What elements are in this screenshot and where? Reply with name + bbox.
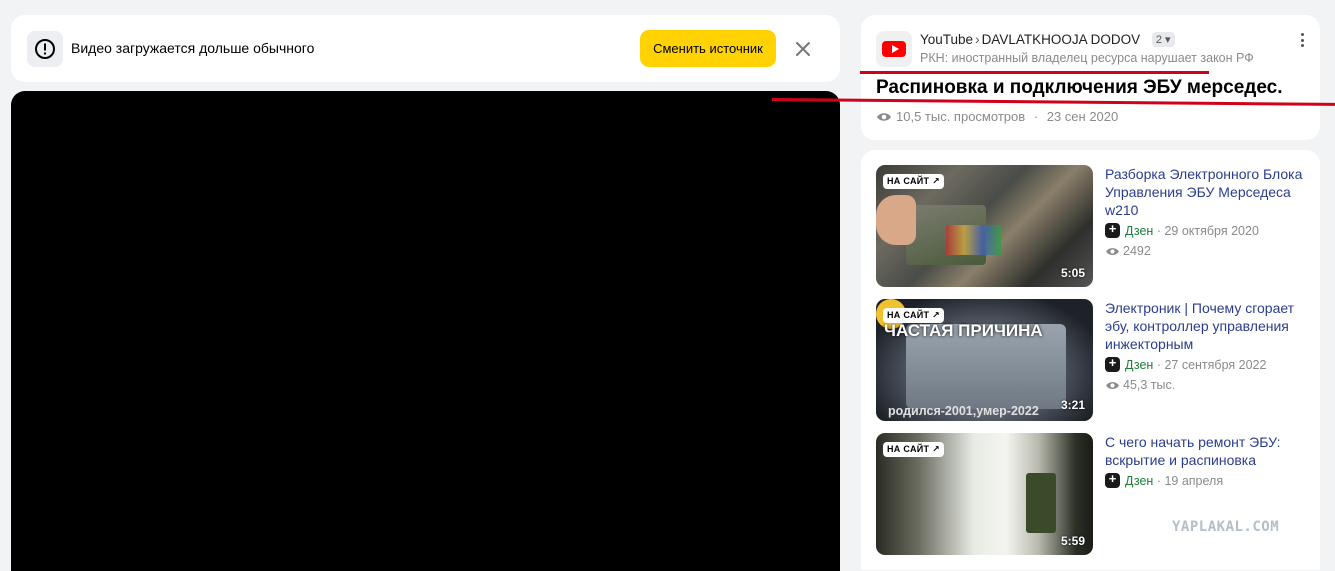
video-thumbnail[interactable]: НА САЙТ ↗ 5:05 [876, 165, 1093, 287]
on-site-badge: НА САЙТ ↗ [883, 308, 944, 323]
related-views: 2492 [1105, 244, 1151, 258]
thumbnail-caption: ЧАСТАЯ ПРИЧИНА [884, 321, 1043, 340]
arrow-out-icon: ↗ [932, 444, 940, 454]
related-item[interactable]: НА САЙТ ↗ 5:59 С чего начать ремонт ЭБУ:… [876, 433, 1316, 555]
related-source: Дзен · 19 апреля [1105, 471, 1224, 488]
zen-icon [1105, 221, 1120, 238]
related-date: · 27 сентября 2022 [1156, 358, 1267, 372]
source-site[interactable]: YouTube [920, 32, 973, 47]
loading-notice: Видео загружается дольше обычного Сменит… [11, 15, 840, 82]
related-date: · 19 апреля [1156, 474, 1224, 488]
annotation-underline-rkn [860, 71, 1209, 74]
video-info-card: YouTube › DAVLATKHOOJA DODOV 2 ▾ РКН: инос… [861, 15, 1320, 140]
thumbnail-caption: родился-2001,умер-2022 [888, 404, 1039, 418]
source-name[interactable]: Дзен [1125, 358, 1153, 372]
on-site-badge: НА САЙТ ↗ [883, 442, 944, 457]
video-thumbnail[interactable]: НА САЙТ ↗ 5:59 [876, 433, 1093, 555]
site-watermark: YAPLAKAL.COM [1172, 519, 1280, 535]
youtube-icon[interactable] [876, 31, 912, 67]
video-title: Распиновка и подключения ЭБУ мерседес. [876, 77, 1283, 98]
notice-text: Видео загружается дольше обычного [71, 40, 315, 56]
eye-icon [877, 113, 891, 121]
related-videos: НА САЙТ ↗ 5:05 Разборка Электронного Бло… [861, 150, 1320, 570]
video-duration: 3:21 [1060, 398, 1085, 412]
rkn-notice: РКН: иностранный владелец ресурса наруша… [920, 51, 1254, 65]
related-title[interactable]: Электроник | Почему сгорает эбу, контрол… [1105, 299, 1305, 353]
exclamation-icon [27, 31, 63, 67]
video-player[interactable] [11, 91, 840, 571]
video-meta: 10,5 тыс. просмотров · 23 сен 2020 [876, 109, 1118, 124]
view-count: 10,5 тыс. просмотров [896, 109, 1026, 124]
breadcrumb-separator: › [975, 32, 980, 47]
related-date: · 29 октября 2020 [1156, 224, 1259, 238]
video-thumbnail[interactable]: ЧАСТАЯ ПРИЧИНА родился-2001,умер-2022 НА… [876, 299, 1093, 421]
related-views: 45,3 тыс. [1105, 378, 1175, 392]
related-source: Дзен · 27 сентября 2022 [1105, 355, 1267, 372]
related-source: Дзен · 29 октября 2020 [1105, 221, 1259, 238]
source-name[interactable]: Дзен [1125, 474, 1153, 488]
more-icon[interactable] [1297, 33, 1307, 51]
source-count: 2 [1155, 34, 1162, 46]
related-item[interactable]: НА САЙТ ↗ 5:05 Разборка Электронного Бло… [876, 165, 1316, 287]
publish-date: 23 сен 2020 [1046, 109, 1119, 124]
source-name[interactable]: Дзен [1125, 224, 1153, 238]
video-duration: 5:05 [1060, 266, 1085, 280]
related-title[interactable]: С чего начать ремонт ЭБУ: вскрытие и рас… [1105, 433, 1305, 469]
zen-icon [1105, 355, 1120, 372]
on-site-badge: НА САЙТ ↗ [883, 174, 944, 189]
meta-dot: · [1033, 109, 1039, 124]
source-count-badge[interactable]: 2 ▾ [1151, 32, 1175, 47]
arrow-out-icon: ↗ [932, 310, 940, 320]
eye-icon [1106, 382, 1119, 389]
related-item[interactable]: ЧАСТАЯ ПРИЧИНА родился-2001,умер-2022 НА… [876, 299, 1316, 421]
channel-name[interactable]: DAVLATKHOOJA DODOV [982, 32, 1141, 47]
zen-icon [1105, 471, 1120, 488]
source-breadcrumb[interactable]: YouTube › DAVLATKHOOJA DODOV 2 ▾ [920, 32, 1175, 47]
arrow-out-icon: ↗ [932, 176, 940, 186]
related-title[interactable]: Разборка Электронного Блока Управления Э… [1105, 165, 1305, 219]
close-icon[interactable] [793, 39, 813, 59]
eye-icon [1106, 248, 1119, 255]
video-duration: 5:59 [1060, 534, 1085, 548]
switch-source-button[interactable]: Сменить источник [640, 30, 776, 67]
